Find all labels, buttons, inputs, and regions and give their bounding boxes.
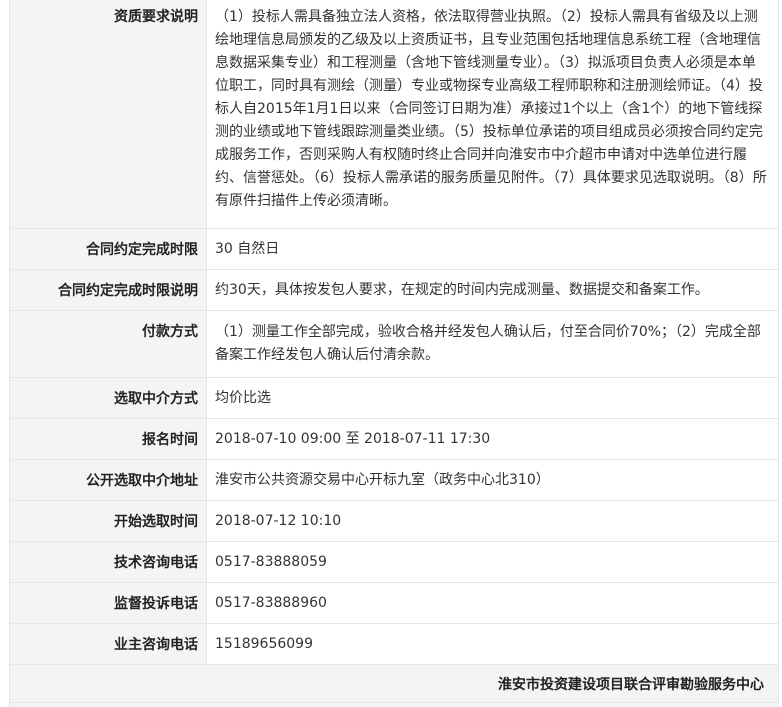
row-tech-phone: 技术咨询电话 0517-83888059 [9,541,779,583]
row-qualification: 资质要求说明 （1）投标人需具备独立法人资格，依法取得营业执照。（2）投标人需具… [9,0,779,229]
footer-date-row: 2018-07-09 [9,702,779,707]
row-start-time: 开始选取时间 2018-07-12 10:10 [9,500,779,542]
row-label: 技术咨询电话 [9,541,207,583]
row-label: 公开选取中介地址 [9,459,207,501]
row-payment: 付款方式 （1）测量工作全部完成，验收合格并经发包人确认后，付至合同价70%；（… [9,310,779,378]
row-value: 约30天，具体按发包人要求，在规定的时间内完成测量、数据提交和备案工作。 [206,269,779,311]
row-value: 淮安市公共资源交易中心开标九室（政务中心北310） [206,459,779,501]
row-label: 付款方式 [9,310,207,378]
row-value: 30 自然日 [206,228,779,270]
row-owner-phone: 业主咨询电话 15189656099 [9,623,779,665]
row-value: （1）投标人需具备独立法人资格，依法取得营业执照。（2）投标人需具有省级及以上测… [206,0,779,229]
row-value: （1）测量工作全部完成，验收合格并经发包人确认后，付至合同价70%；（2）完成全… [206,310,779,378]
row-address: 公开选取中介地址 淮安市公共资源交易中心开标九室（政务中心北310） [9,459,779,501]
row-registration-time: 报名时间 2018-07-10 09:00 至 2018-07-11 17:30 [9,418,779,460]
row-label: 合同约定完成时限 [9,228,207,270]
row-label: 资质要求说明 [9,0,207,229]
announcement-page: 资质要求说明 （1）投标人需具备独立法人资格，依法取得营业执照。（2）投标人需具… [0,0,782,707]
row-label: 选取中介方式 [9,377,207,419]
footer-organization: 淮安市投资建设项目联合评审勘验服务中心 [498,676,764,693]
info-table: 资质要求说明 （1）投标人需具备独立法人资格，依法取得营业执照。（2）投标人需具… [9,0,779,707]
row-value: 15189656099 [206,623,779,665]
footer-organization-row: 淮安市投资建设项目联合评审勘验服务中心 [9,664,779,703]
row-value: 0517-83888960 [206,582,779,624]
row-selection-method: 选取中介方式 均价比选 [9,377,779,419]
row-value: 0517-83888059 [206,541,779,583]
row-deadline: 合同约定完成时限 30 自然日 [9,228,779,270]
row-label: 合同约定完成时限说明 [9,269,207,311]
row-value: 2018-07-12 10:10 [206,500,779,542]
row-value: 2018-07-10 09:00 至 2018-07-11 17:30 [206,418,779,460]
row-complaint-phone: 监督投诉电话 0517-83888960 [9,582,779,624]
row-label: 报名时间 [9,418,207,460]
row-label: 业主咨询电话 [9,623,207,665]
row-label: 监督投诉电话 [9,582,207,624]
row-label: 开始选取时间 [9,500,207,542]
row-value: 均价比选 [206,377,779,419]
row-deadline-note: 合同约定完成时限说明 约30天，具体按发包人要求，在规定的时间内完成测量、数据提… [9,269,779,311]
